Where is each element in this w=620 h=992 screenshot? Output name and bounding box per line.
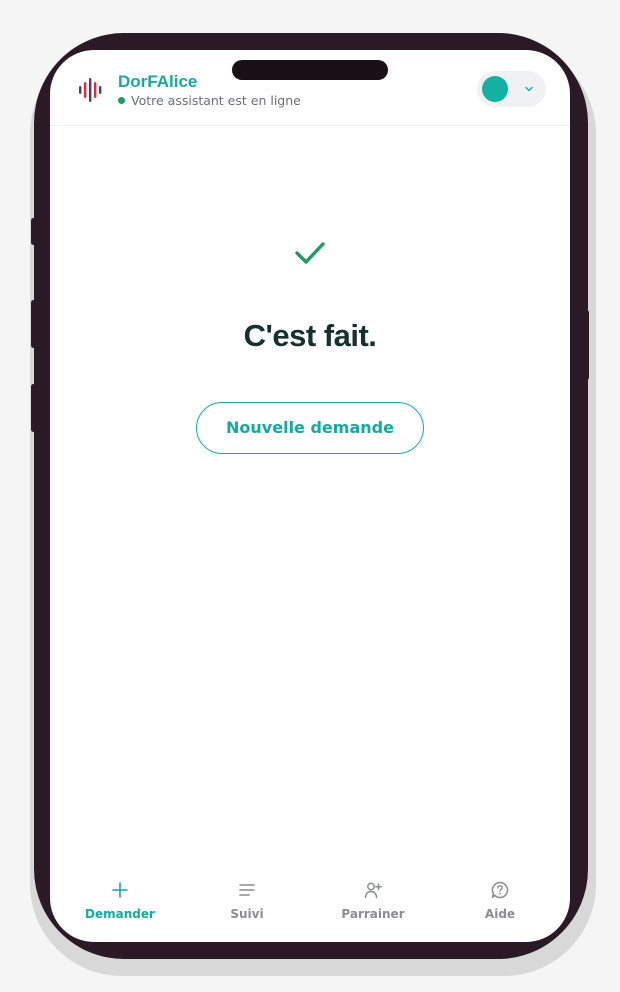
silent-switch	[31, 218, 36, 245]
nav-label-aide: Aide	[484, 907, 516, 921]
plus-icon	[112, 882, 128, 898]
volume-up-button	[31, 300, 36, 348]
brand-name: DorFAlice	[118, 72, 198, 91]
soundwave-icon	[79, 78, 102, 102]
device-stage: DorFAlice Votre assistant est en ligne C…	[0, 0, 620, 992]
check-icon	[295, 242, 325, 264]
assistant-status-text: Votre assistant est en ligne	[131, 93, 301, 108]
nav-item-aide[interactable]: Aide	[435, 875, 565, 931]
power-button	[584, 310, 589, 380]
help-bubble-icon	[491, 881, 509, 899]
volume-down-button	[31, 384, 36, 432]
nav-item-demander[interactable]: Demander	[55, 875, 185, 931]
nav-label-suivi: Suivi	[230, 907, 264, 921]
chevron-down-icon	[525, 86, 533, 92]
assistant-status: Votre assistant est en ligne	[118, 93, 301, 108]
dynamic-island	[232, 60, 388, 80]
online-status-dot	[118, 97, 125, 104]
bottom-nav: Demander Suivi Parrainer Aide	[50, 875, 570, 935]
nav-item-parrainer[interactable]: Parrainer	[308, 875, 438, 931]
confirmation-title: C'est fait.	[243, 318, 377, 353]
new-request-button[interactable]: Nouvelle demande	[196, 402, 424, 454]
list-icon	[239, 884, 255, 896]
user-plus-icon	[364, 882, 382, 899]
avatar	[482, 76, 508, 102]
nav-label-parrainer: Parrainer	[341, 907, 405, 921]
nav-item-suivi[interactable]: Suivi	[182, 875, 312, 931]
app-screen: DorFAlice Votre assistant est en ligne C…	[50, 50, 570, 942]
nav-label-demander: Demander	[85, 907, 155, 921]
account-menu-button[interactable]	[477, 71, 546, 107]
